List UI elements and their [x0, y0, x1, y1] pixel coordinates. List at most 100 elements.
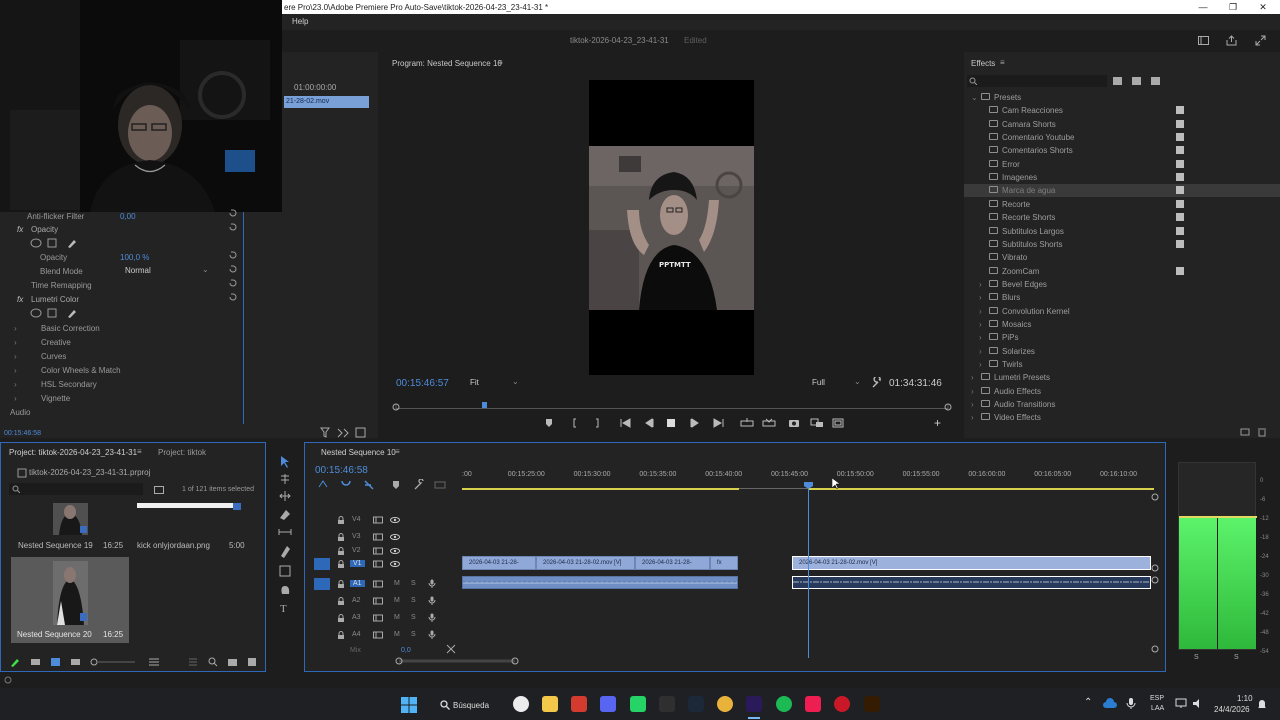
lumetri-section[interactable]: Color Wheels & Match — [41, 366, 121, 375]
thumbnail-kick-png[interactable] — [137, 503, 241, 511]
chevron-right-icon[interactable]: › — [979, 360, 982, 369]
chevron-right-icon[interactable]: › — [979, 333, 982, 342]
marker-icon[interactable] — [544, 418, 554, 428]
mark-out-icon[interactable] — [592, 418, 602, 428]
effects-item[interactable]: › Audio Transitions — [964, 398, 1280, 411]
video-track-header[interactable]: V3 — [305, 530, 462, 544]
eye-icon[interactable] — [390, 547, 400, 555]
fullscreen-icon[interactable] — [1255, 35, 1266, 46]
windows-start-icon[interactable] — [401, 697, 417, 713]
video-track-header[interactable]: V4 — [305, 513, 462, 527]
chevron-right-icon[interactable]: › — [14, 352, 17, 361]
thumbnail-nested-sequence-19[interactable] — [53, 503, 88, 535]
chevron-up-icon[interactable]: ⌃ — [1084, 697, 1092, 708]
chevron-right-icon[interactable]: › — [979, 307, 982, 316]
lock-icon[interactable] — [337, 631, 345, 639]
horizontal-zoom-scrollbar[interactable] — [395, 656, 525, 666]
eye-icon[interactable] — [390, 560, 400, 568]
camera-icon[interactable] — [788, 418, 800, 428]
chevron-right-icon[interactable]: › — [979, 280, 982, 289]
effects-item[interactable]: › PiPs — [964, 331, 1280, 344]
hamburger-icon[interactable]: ≡ — [137, 447, 142, 456]
effects-item[interactable]: › Lumetri Presets — [964, 371, 1280, 384]
hamburger-icon[interactable]: ≡ — [395, 447, 400, 456]
track-label[interactable]: A4 — [352, 631, 361, 638]
chevron-right-icon[interactable]: › — [971, 387, 974, 396]
video-clip-selected[interactable]: 2026-04-03 21-28-02.mov [V] — [792, 556, 1151, 570]
time-remapping[interactable]: Time Remapping — [31, 281, 92, 290]
mark-in-icon[interactable] — [570, 418, 580, 428]
audio-track-header[interactable]: A4 M S — [305, 628, 462, 642]
hamburger-icon[interactable]: ≡ — [1000, 58, 1005, 67]
go-to-out-icon[interactable] — [712, 418, 724, 428]
effects-item[interactable]: Cam Reacciones — [964, 104, 1280, 117]
audio-clip[interactable] — [462, 576, 738, 589]
mask-tools-icons[interactable] — [30, 238, 80, 248]
microphone-icon[interactable] — [428, 630, 436, 639]
work-area-bar[interactable] — [809, 488, 1154, 490]
blend-mode-select[interactable]: Normal ⌄ — [122, 265, 212, 276]
microphone-icon[interactable] — [428, 579, 436, 588]
folder-icon[interactable] — [154, 485, 164, 494]
whatsapp-icon[interactable] — [630, 696, 646, 712]
news-app-icon[interactable] — [571, 696, 587, 712]
playhead-handle[interactable] — [804, 482, 813, 489]
sync-lock-icon[interactable] — [373, 614, 383, 622]
chevron-right-icon[interactable]: › — [971, 413, 974, 422]
source-patch[interactable] — [314, 578, 330, 590]
sync-lock-icon[interactable] — [373, 631, 383, 639]
cloud-icon[interactable] — [1103, 698, 1117, 710]
solo-button[interactable]: S — [411, 631, 416, 638]
clock-date[interactable]: 24/4/2026 — [1214, 705, 1250, 714]
effects-item[interactable]: › Mosaics — [964, 318, 1280, 331]
language-line-1[interactable]: ESP — [1150, 695, 1164, 702]
mix-value[interactable]: 0,0 — [401, 647, 411, 654]
work-area-bar[interactable] — [462, 488, 739, 490]
chrome-icon[interactable] — [717, 696, 733, 712]
project-tab-other[interactable]: Project: tiktok — [158, 448, 206, 457]
chevron-right-icon[interactable]: › — [979, 293, 982, 302]
epic-games-icon[interactable] — [659, 696, 675, 712]
language-line-2[interactable]: LAA — [1151, 705, 1164, 712]
opacity-value[interactable]: 100,0 % — [120, 253, 149, 262]
lumetri-section[interactable]: Vignette — [41, 394, 70, 403]
effects-search-input[interactable] — [967, 75, 1107, 87]
audio-track-header[interactable]: A1 M S — [305, 577, 462, 591]
sync-lock-icon[interactable] — [373, 516, 383, 524]
lumetri-section[interactable]: HSL Secondary — [41, 380, 97, 389]
track-label[interactable]: A2 — [352, 597, 361, 604]
timeline-playhead[interactable] — [808, 485, 809, 658]
video-track-header[interactable]: V1 — [305, 557, 462, 571]
audio-clip-selected[interactable] — [792, 576, 1151, 589]
fit-select[interactable]: Fit ⌄ — [466, 377, 522, 389]
track-label[interactable]: A1 — [350, 580, 365, 587]
discord-icon[interactable] — [600, 696, 616, 712]
effects-item[interactable]: Imagenes — [964, 171, 1280, 184]
effects-item[interactable]: › Solarizes — [964, 345, 1280, 358]
source-clip[interactable]: 21-28-02.mov — [284, 96, 369, 108]
effect-controls-timecode[interactable]: 00:15:46:58 — [4, 430, 41, 437]
solo-button[interactable]: S — [1194, 654, 1199, 661]
chevron-right-icon[interactable]: › — [14, 394, 17, 403]
notification-bell-icon[interactable] — [1257, 698, 1267, 710]
filter-icons[interactable] — [320, 427, 370, 439]
file-explorer-icon[interactable] — [542, 696, 558, 712]
lift-icon[interactable] — [740, 418, 754, 428]
effects-item[interactable]: Recorte Shorts — [964, 211, 1280, 224]
sync-lock-icon[interactable] — [373, 533, 383, 541]
taskbar-search[interactable]: Búsqueda — [434, 695, 504, 715]
lock-icon[interactable] — [337, 580, 345, 588]
chevron-right-icon[interactable]: › — [971, 373, 974, 382]
lock-icon[interactable] — [337, 597, 345, 605]
sync-lock-icon[interactable] — [373, 547, 383, 555]
mute-button[interactable]: M — [394, 580, 400, 587]
share-icon[interactable] — [1226, 35, 1237, 46]
add-button-icon[interactable]: + — [934, 416, 941, 430]
timeline-tool-icons[interactable] — [317, 479, 447, 491]
reset-icons[interactable] — [228, 209, 238, 409]
track-label[interactable]: V3 — [352, 533, 361, 540]
chevron-right-icon[interactable]: › — [971, 400, 974, 409]
steam-icon[interactable] — [688, 696, 704, 712]
eye-icon[interactable] — [390, 516, 400, 524]
clock-time[interactable]: 1:10 — [1237, 694, 1253, 703]
